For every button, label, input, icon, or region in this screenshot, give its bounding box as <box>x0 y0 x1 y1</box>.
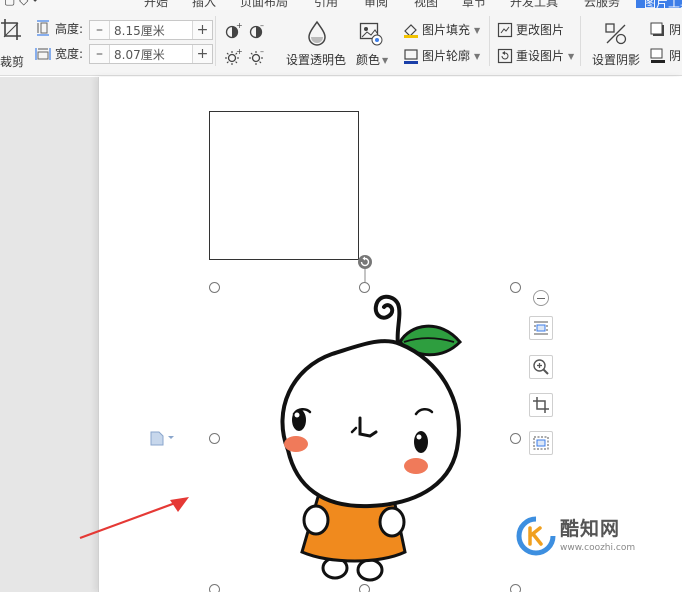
picture-outline-dropdown-icon[interactable]: ▼ <box>474 52 480 61</box>
set-shadow-label: 设置阴影 <box>592 53 641 67</box>
width-stepper[interactable]: – + <box>89 44 213 64</box>
zoom-picture-button[interactable] <box>529 355 553 379</box>
ribbon-tab-strip: ▢ ◇ ↶ ˅ 开始 插入 页面布局 引用 审阅 视图 章节 开发工具 云服务 … <box>0 0 682 10</box>
side-toolbar-collapse-button[interactable] <box>533 290 549 306</box>
color-button[interactable]: 颜色 ▼ <box>355 16 391 70</box>
shadow-style-icon <box>650 22 664 36</box>
reset-picture-dropdown-icon[interactable]: ▼ <box>568 52 574 61</box>
layout-options-button[interactable] <box>529 316 553 340</box>
height-decrease-button[interactable]: – <box>90 21 110 39</box>
increase-brightness-icon[interactable]: + <box>224 48 242 66</box>
tab-references[interactable]: 引用 <box>314 0 338 10</box>
change-picture-icon <box>497 22 513 38</box>
shadow-icon <box>605 23 627 45</box>
resize-handle-left[interactable] <box>209 433 220 444</box>
height-input[interactable] <box>110 21 192 39</box>
coozhi-logo-icon <box>516 516 556 556</box>
set-transparent-color-label: 设置透明色 <box>286 53 347 67</box>
color-label: 颜色 <box>356 53 381 67</box>
tab-page-layout[interactable]: 页面布局 <box>240 0 288 10</box>
ribbon-divider <box>215 16 216 66</box>
resize-handle-right[interactable] <box>510 433 521 444</box>
shadow-color-button[interactable]: 阴 <box>669 49 681 63</box>
picture-effects-button[interactable] <box>529 431 553 455</box>
crop-button[interactable]: 裁剪 <box>0 14 26 69</box>
cartoon-bun-image[interactable] <box>250 290 470 590</box>
picture-outline-button[interactable]: 图片轮廓 <box>422 49 470 63</box>
tab-view[interactable]: 视图 <box>414 0 438 10</box>
change-picture-button[interactable]: 更改图片 <box>516 23 564 37</box>
ribbon-divider <box>489 16 490 66</box>
watermark-text: 酷知网 www.coozhi.com <box>560 518 635 554</box>
set-shadow-button[interactable]: 设置阴影 <box>590 16 644 70</box>
tab-developer[interactable]: 开发工具 <box>510 0 558 10</box>
layout-anchor-icon[interactable] <box>150 430 178 446</box>
crop-picture-button[interactable] <box>529 393 553 417</box>
crop-icon <box>1 19 21 40</box>
minus-icon <box>537 297 545 299</box>
set-transparent-color-button[interactable]: 设置透明色 <box>284 16 348 70</box>
zoom-in-icon <box>533 359 549 375</box>
picture-fill-dropdown-icon[interactable]: ▼ <box>474 26 480 35</box>
ribbon-divider <box>580 16 581 66</box>
shadow-color-icon <box>650 48 665 63</box>
rotate-handle-icon[interactable] <box>357 254 373 284</box>
picture-tools-ribbon: 裁剪 高度: – + 宽度: – + + – <box>0 10 682 76</box>
width-icon <box>35 48 51 60</box>
svg-text:+: + <box>236 48 242 56</box>
water-drop-icon <box>308 20 326 46</box>
height-icon <box>37 20 49 36</box>
tab-insert[interactable]: 插入 <box>192 0 216 10</box>
height-label: 高度: <box>55 22 84 36</box>
picture-effects-icon <box>533 436 549 450</box>
tab-chapter[interactable]: 章节 <box>462 0 486 10</box>
increase-contrast-icon[interactable]: + <box>224 22 242 40</box>
svg-text:–: – <box>260 48 264 56</box>
width-input[interactable] <box>110 45 192 63</box>
tab-cloud[interactable]: 云服务 <box>584 0 620 10</box>
resize-handle-top-right[interactable] <box>510 282 521 293</box>
picture-outline-icon <box>404 49 418 64</box>
decrease-contrast-icon[interactable]: – <box>248 22 266 40</box>
width-decrease-button[interactable]: – <box>90 45 110 63</box>
blank-picture-frame[interactable] <box>209 111 359 260</box>
picture-fill-icon <box>404 24 418 38</box>
crop-icon <box>533 397 549 413</box>
width-increase-button[interactable]: + <box>192 45 212 63</box>
text-wrap-icon <box>534 321 548 335</box>
shadow-option-button[interactable]: 阴 <box>669 23 681 37</box>
watermark-brand: 酷知网 <box>560 518 621 540</box>
tab-picture-tools[interactable]: 图片工具 <box>636 0 682 10</box>
watermark-url: www.coozhi.com <box>560 543 636 553</box>
reset-picture-button[interactable]: 重设图片 <box>516 49 564 63</box>
resize-handle-bottom-left[interactable] <box>209 584 220 592</box>
tab-home[interactable]: 开始 <box>144 0 168 10</box>
quick-access-icons[interactable]: ▢ ◇ ↶ ˅ <box>4 0 52 7</box>
red-arrow-annotation <box>79 497 189 540</box>
resize-handle-top-left[interactable] <box>209 282 220 293</box>
picture-fill-button[interactable]: 图片填充 <box>422 23 470 37</box>
svg-text:+: + <box>236 22 242 30</box>
coozhi-watermark: 酷知网 www.coozhi.com <box>516 514 660 558</box>
decrease-brightness-icon[interactable]: – <box>248 48 266 66</box>
height-stepper[interactable]: – + <box>89 20 213 40</box>
resize-handle-bottom-right[interactable] <box>510 584 521 592</box>
tab-review[interactable]: 审阅 <box>364 0 388 10</box>
reset-picture-icon <box>497 48 513 64</box>
picture-color-icon <box>359 22 383 46</box>
svg-text:–: – <box>260 22 264 30</box>
height-increase-button[interactable]: + <box>192 21 212 39</box>
color-dropdown-icon: ▼ <box>382 56 389 65</box>
width-label: 宽度: <box>55 47 84 61</box>
crop-label: 裁剪 <box>0 55 25 69</box>
